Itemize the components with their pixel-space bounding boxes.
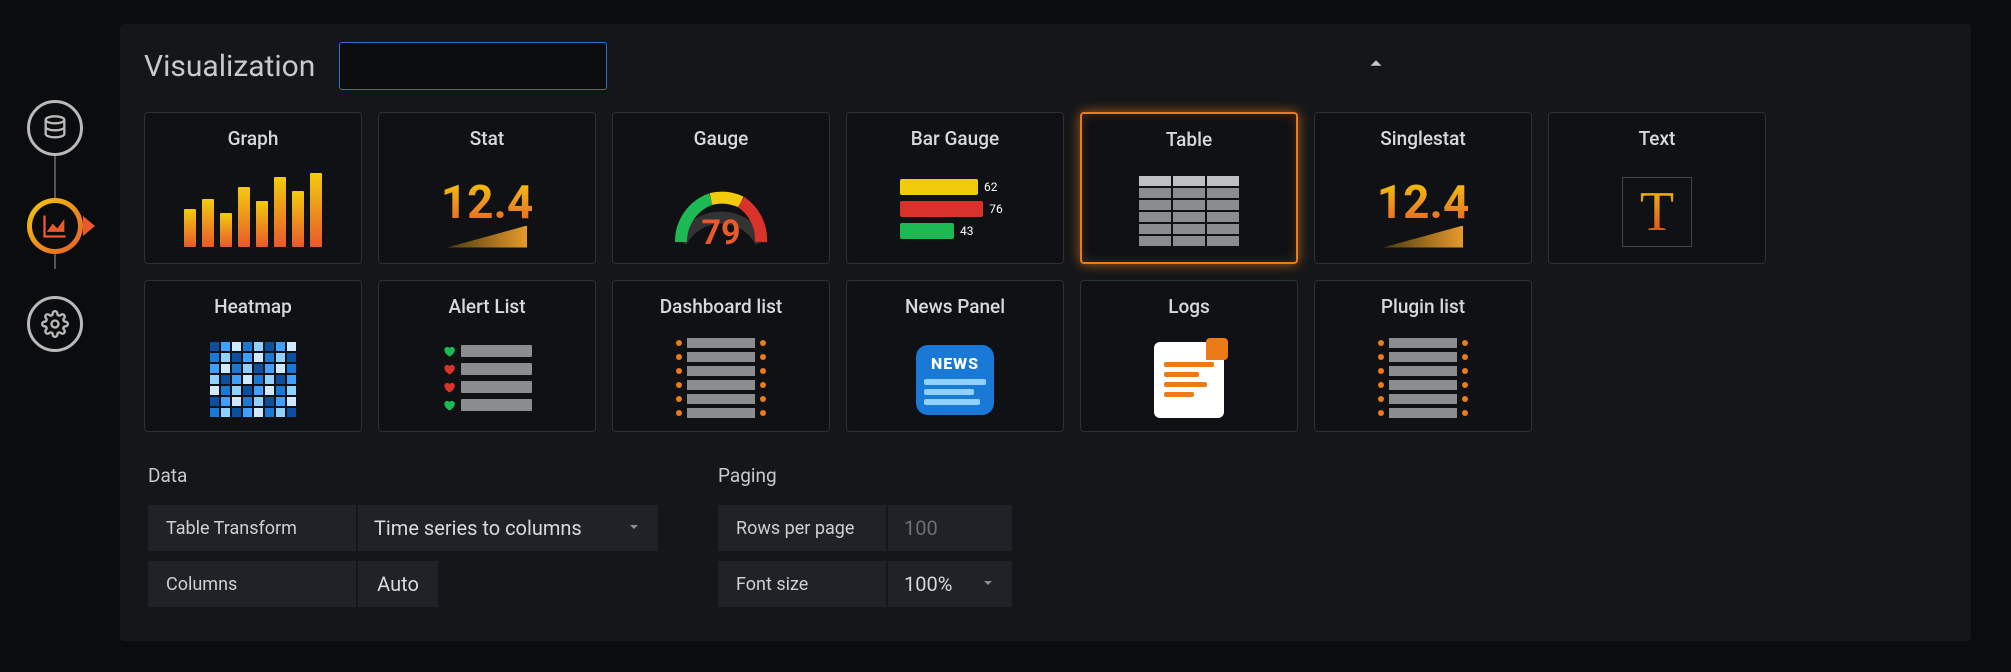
viz-card-table[interactable]: Table bbox=[1080, 112, 1298, 264]
viz-card-title: Graph bbox=[228, 127, 279, 150]
viz-card-preview bbox=[379, 328, 595, 431]
viz-card-gauge[interactable]: Gauge 79 bbox=[612, 112, 830, 264]
viz-card-preview bbox=[613, 328, 829, 431]
viz-card-preview bbox=[1081, 328, 1297, 431]
viz-card-title: Logs bbox=[1168, 295, 1210, 318]
viz-card-title: Text bbox=[1639, 127, 1676, 150]
table-transform-label: Table Transform bbox=[148, 505, 358, 551]
gear-icon bbox=[41, 310, 69, 338]
fontsize-label: Font size bbox=[718, 561, 888, 607]
viz-card-preview bbox=[145, 160, 361, 263]
paging-heading: Paging bbox=[718, 464, 1012, 487]
visualization-panel: Visualization Graph Stat 12.4 Gauge bbox=[120, 24, 1971, 641]
paging-options: Paging Rows per page 100 Font size 100% bbox=[718, 464, 1012, 607]
chevron-down-icon bbox=[626, 516, 642, 540]
viz-search-input[interactable] bbox=[362, 55, 627, 78]
chart-area-icon bbox=[41, 212, 69, 240]
data-options: Data Table Transform Time series to colu… bbox=[148, 464, 658, 607]
viz-card-preview: NEWS bbox=[847, 328, 1063, 431]
gauge-icon: 79 bbox=[666, 172, 776, 252]
viz-card-preview: 627643 bbox=[847, 160, 1063, 263]
viz-card-title: Table bbox=[1166, 128, 1212, 151]
viz-search[interactable] bbox=[339, 42, 607, 90]
viz-card-grid: Graph Stat 12.4Gauge 79 Bar Gauge 627643… bbox=[144, 112, 1947, 432]
viz-card-preview bbox=[1315, 328, 1531, 431]
viz-card-title: Bar Gauge bbox=[911, 127, 999, 150]
collapse-picker[interactable] bbox=[1365, 52, 1387, 78]
viz-card-title: Heatmap bbox=[214, 295, 292, 318]
viz-card-graph[interactable]: Graph bbox=[144, 112, 362, 264]
viz-card-preview: 12.4 bbox=[379, 160, 595, 263]
panel-title: Visualization bbox=[144, 49, 315, 84]
viz-card-alertlist[interactable]: Alert List bbox=[378, 280, 596, 432]
rows-input[interactable]: 100 bbox=[888, 505, 1012, 551]
viz-card-text[interactable]: Text T bbox=[1548, 112, 1766, 264]
viz-card-title: Singlestat bbox=[1380, 127, 1465, 150]
viz-card-title: Gauge bbox=[694, 127, 749, 150]
viz-card-heatmap[interactable]: Heatmap bbox=[144, 280, 362, 432]
step-queries[interactable] bbox=[27, 100, 83, 156]
viz-card-title: Stat bbox=[470, 127, 504, 150]
viz-card-preview: T bbox=[1549, 160, 1765, 263]
viz-card-preview bbox=[1082, 161, 1296, 262]
step-visualization[interactable] bbox=[27, 198, 83, 254]
database-icon bbox=[41, 114, 69, 142]
rows-label: Rows per page bbox=[718, 505, 888, 551]
viz-card-pluginlist[interactable]: Plugin list bbox=[1314, 280, 1532, 432]
viz-card-dashlist[interactable]: Dashboard list bbox=[612, 280, 830, 432]
viz-card-stat[interactable]: Stat 12.4 bbox=[378, 112, 596, 264]
viz-card-singlestat[interactable]: Singlestat 12.4 bbox=[1314, 112, 1532, 264]
viz-card-logs[interactable]: Logs bbox=[1080, 280, 1298, 432]
viz-card-preview: 12.4 bbox=[1315, 160, 1531, 263]
svg-text:79: 79 bbox=[701, 213, 740, 252]
editor-step-nav bbox=[0, 0, 110, 672]
table-transform-value: Time series to columns bbox=[374, 516, 582, 540]
data-heading: Data bbox=[148, 464, 658, 487]
viz-card-bargauge[interactable]: Bar Gauge 627643 bbox=[846, 112, 1064, 264]
columns-value[interactable]: Auto bbox=[358, 561, 438, 607]
table-transform-select[interactable]: Time series to columns bbox=[358, 505, 658, 551]
viz-card-preview bbox=[145, 328, 361, 431]
columns-label: Columns bbox=[148, 561, 358, 607]
viz-card-preview: 79 bbox=[613, 160, 829, 263]
viz-card-title: Dashboard list bbox=[660, 295, 782, 318]
viz-card-news[interactable]: News Panel NEWS bbox=[846, 280, 1064, 432]
viz-card-title: Plugin list bbox=[1381, 295, 1465, 318]
fontsize-value: 100% bbox=[904, 572, 952, 596]
chevron-up-icon bbox=[1365, 52, 1387, 74]
viz-card-title: News Panel bbox=[905, 295, 1005, 318]
viz-card-title: Alert List bbox=[448, 295, 525, 318]
step-general[interactable] bbox=[27, 296, 83, 352]
chevron-down-icon bbox=[980, 572, 996, 596]
fontsize-select[interactable]: 100% bbox=[888, 561, 1012, 607]
